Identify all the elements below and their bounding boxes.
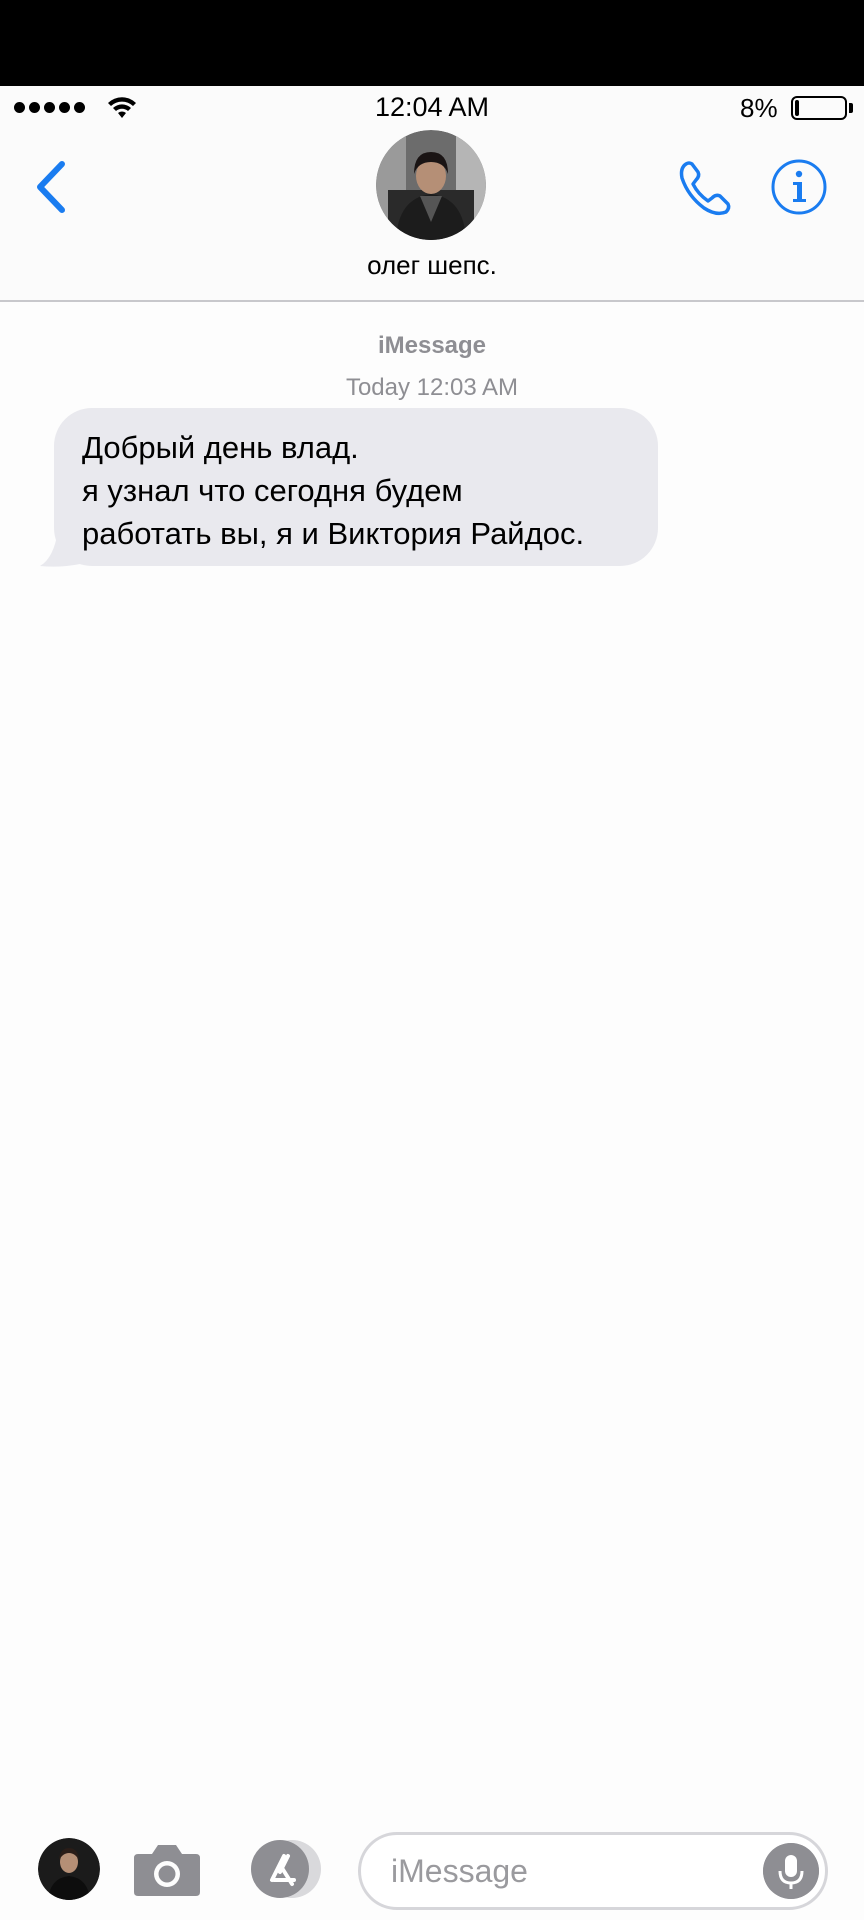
- memoji-avatar-button[interactable]: [38, 1838, 100, 1900]
- conversation-header: олег шепс.: [0, 130, 864, 302]
- message-text: Добрый день влад. я узнал что сегодня бу…: [82, 430, 585, 551]
- contact-name[interactable]: олег шепс.: [0, 250, 864, 281]
- service-label: iMessage: [377, 332, 487, 359]
- battery-tip: [849, 103, 853, 113]
- battery-percent: 8%: [740, 93, 778, 123]
- chevron-left-icon[interactable]: [30, 156, 74, 218]
- info-icon[interactable]: [770, 158, 828, 216]
- status-bar: 12:04 AM 8%: [0, 86, 864, 130]
- microphone-icon[interactable]: [763, 1843, 819, 1899]
- incoming-message-bubble[interactable]: Добрый день влад. я узнал что сегодня бу…: [54, 408, 658, 566]
- top-letterbox: [0, 0, 864, 86]
- input-bar: [0, 1820, 864, 1920]
- app-store-icon[interactable]: [244, 1838, 326, 1900]
- message-input[interactable]: [391, 1843, 751, 1899]
- message-input-field[interactable]: [358, 1832, 828, 1910]
- messages-screen: 12:04 AM 8% олег шепс. iMessage Today 12…: [0, 0, 864, 1920]
- camera-icon[interactable]: [132, 1840, 202, 1898]
- status-time: 12:04 AM: [374, 92, 490, 122]
- message-timestamp: Today 12:03 AM: [345, 374, 519, 401]
- battery-icon: [791, 96, 847, 120]
- phone-icon[interactable]: [674, 158, 736, 220]
- contact-avatar[interactable]: [376, 130, 486, 240]
